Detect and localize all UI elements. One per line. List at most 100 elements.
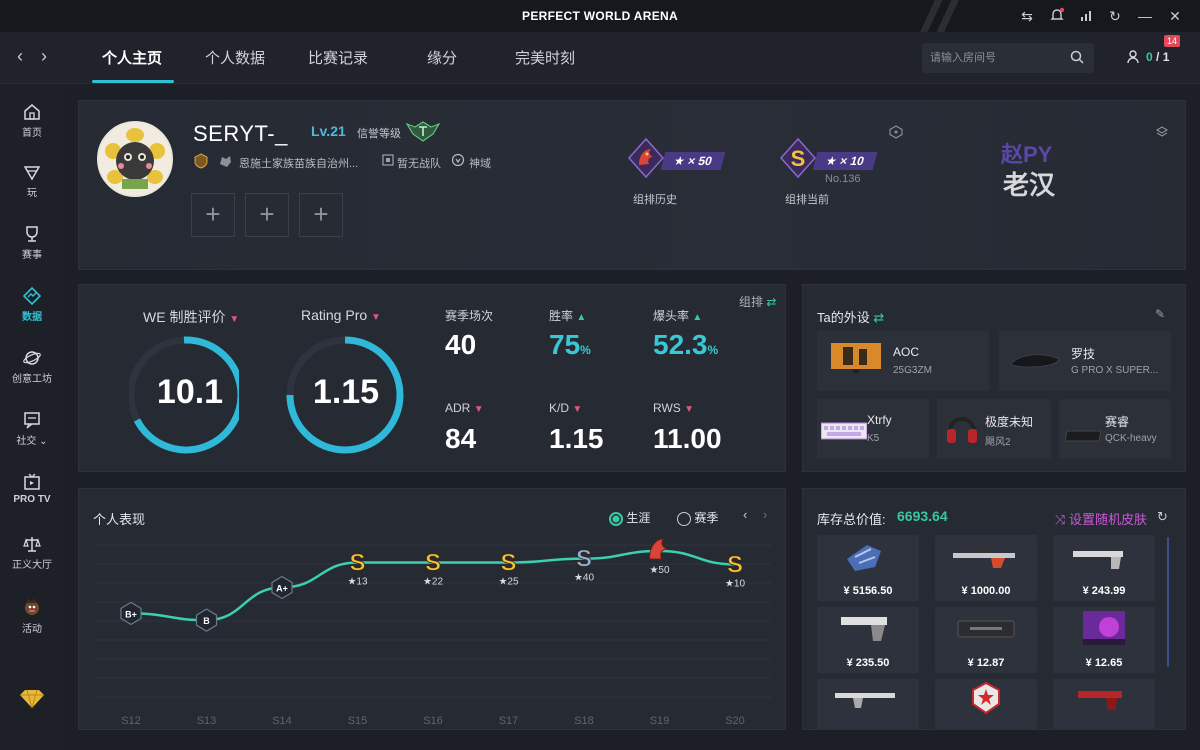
gear-mousepad[interactable]: 赛睿 QCK-heavy	[1059, 399, 1171, 459]
gear-brand: 罗技	[1071, 347, 1096, 361]
inventory-total-value: 6693.64	[897, 508, 948, 524]
rating-pro-label[interactable]: Rating Pro ▼	[301, 307, 381, 323]
sidebar-item-label: 玩	[27, 188, 37, 199]
chart-point[interactable]: S★40	[574, 545, 595, 584]
add-slot-button[interactable]: +	[245, 193, 289, 237]
search-icon[interactable]	[1070, 50, 1084, 64]
friends-icon	[1127, 50, 1139, 64]
credit-level-icon[interactable]	[405, 120, 441, 147]
inventory-item[interactable]	[1053, 679, 1155, 729]
rating-pro-label-text: Rating Pro	[301, 307, 368, 323]
radio-unselected-icon	[677, 511, 691, 526]
star-count-label: ★25	[498, 577, 519, 588]
close-icon[interactable]: ✕	[1166, 7, 1184, 25]
random-skin-button[interactable]: ⤨ 设置随机皮肤	[1055, 509, 1147, 528]
friends-button[interactable]: 0 / 1 14	[1126, 35, 1186, 70]
add-slot-button[interactable]: +	[191, 193, 235, 237]
notification-bell-icon[interactable]	[1048, 7, 1066, 25]
rank-history[interactable]: ★ × 50 组排历史	[625, 137, 755, 217]
we-rating-value: 10.1	[156, 373, 224, 411]
kd-value: 1.15	[549, 423, 604, 454]
vip-diamond-icon[interactable]	[18, 688, 46, 715]
sidebar-item-play[interactable]: 玩	[0, 162, 64, 214]
minimize-icon[interactable]: —	[1136, 7, 1154, 25]
info-icon[interactable]	[889, 125, 903, 144]
item-price: ¥ 235.50	[846, 657, 890, 669]
swap-icon[interactable]: ⇆	[1018, 7, 1036, 25]
we-rating-label[interactable]: WE 制胜评价 ▼	[143, 307, 239, 327]
title-badge-icon	[451, 153, 465, 170]
sidebar-item-protv[interactable]: PRO TV	[0, 472, 64, 524]
radio-selected-icon	[609, 511, 623, 526]
edit-icon[interactable]: ✎	[1155, 307, 1165, 321]
rank-history-label: 组排历史	[633, 194, 677, 206]
performance-chart: B+S12BS13A+S14S★13S15S★22S16S★25S17S★40S…	[95, 538, 771, 727]
tab-personal-data[interactable]: 个人数据	[205, 47, 265, 68]
rank-current-label: 组排当前	[785, 194, 829, 206]
back-arrow-icon[interactable]: ‹	[10, 46, 30, 68]
room-search-input[interactable]	[930, 49, 1060, 67]
chart-point[interactable]: S★25	[498, 549, 519, 588]
chart-prev-button[interactable]: ‹	[743, 507, 747, 522]
refresh-icon[interactable]: ↻	[1157, 509, 1168, 525]
chart-point[interactable]: B	[195, 608, 218, 632]
add-slot-button[interactable]: +	[299, 193, 343, 237]
rank-label: A+	[276, 583, 288, 593]
rank-current[interactable]: S ★ × 10 No.136 组排当前	[777, 137, 907, 217]
inventory-item[interactable]	[817, 679, 919, 729]
tab-fate[interactable]: 缘分	[427, 47, 457, 68]
chart-next-button[interactable]: ›	[763, 507, 767, 522]
chart-point[interactable]: A+	[271, 575, 293, 600]
inventory-item[interactable]: ¥ 1000.00	[935, 535, 1037, 601]
sidebar-item-workshop[interactable]: 创意工坊	[0, 348, 64, 400]
chart-point[interactable]: S★10	[725, 551, 746, 589]
tab-highlights[interactable]: 完美时刻	[515, 47, 575, 68]
rws-label-text: RWS	[653, 401, 681, 415]
radio-season[interactable]: 赛季	[677, 509, 718, 526]
sidebar-item-events[interactable]: 赛事	[0, 224, 64, 276]
sniper-rifle-image	[953, 548, 1015, 568]
top-nav: ‹ › 个人主页 个人数据 比赛记录 缘分 完美时刻 0 / 1 14	[0, 32, 1200, 84]
inventory-scrollbar[interactable]	[1167, 537, 1169, 667]
rank-current-count: ★ × 10	[812, 152, 878, 170]
gear-mouse[interactable]: 罗技 G PRO X SUPER...	[999, 331, 1171, 391]
sidebar-item-data[interactable]: 数据	[0, 286, 64, 338]
random-skin-label: 设置随机皮肤	[1069, 512, 1148, 527]
gear-headset[interactable]: 极度未知 飓风2	[937, 399, 1051, 459]
gear-monitor[interactable]: AOC 25G3ZM	[817, 331, 989, 391]
inventory-item[interactable]: ¥ 12.87	[935, 607, 1037, 673]
inventory-item[interactable]: ¥ 5156.50	[817, 535, 919, 601]
signature-line-2: 老汉	[1003, 170, 1056, 200]
inventory-item[interactable]: ¥ 12.65	[1053, 607, 1155, 673]
refresh-icon[interactable]: ↻	[1106, 7, 1124, 25]
sidebar-item-social[interactable]: 社交 ⌄	[0, 410, 64, 462]
inventory-item[interactable]: ¥ 243.99	[1053, 535, 1155, 601]
chart-point[interactable]: S★22	[423, 549, 444, 588]
inventory-item[interactable]: ¥ 235.50	[817, 607, 919, 673]
chart-point[interactable]: S★13	[347, 549, 368, 588]
star-count-label: ★13	[347, 577, 368, 588]
radio-career[interactable]: 生涯	[609, 509, 650, 526]
gear-keyboard[interactable]: Xtrfy K5	[817, 399, 929, 459]
mode-switch[interactable]: 组排 ⇄	[739, 293, 776, 310]
headshot-rate-label-text: 爆头率	[653, 309, 690, 323]
inventory-panel: 库存总价值: 6693.64 ⤨ 设置随机皮肤 ↻ ¥ 5156.50 ¥ 10…	[802, 488, 1186, 730]
dragon-rank-icon	[627, 137, 665, 179]
forward-arrow-icon[interactable]: ›	[34, 46, 54, 68]
tab-home[interactable]: 个人主页	[102, 47, 162, 68]
keyboard-image	[821, 422, 867, 440]
adr-label: ADR ▼	[445, 401, 484, 415]
avatar[interactable]	[97, 121, 173, 197]
inventory-item[interactable]	[935, 679, 1037, 729]
win-rate-unit: %	[580, 343, 591, 357]
adr-label-text: ADR	[445, 401, 471, 415]
kd-label-text: K/D	[549, 401, 570, 415]
sidebar-item-home[interactable]: 首页	[0, 102, 64, 154]
sidebar-item-activity[interactable]: 活动	[0, 596, 64, 648]
rifle-image	[835, 693, 895, 708]
signal-icon[interactable]	[1078, 7, 1096, 25]
tab-match-records[interactable]: 比赛记录	[308, 47, 368, 68]
layers-icon[interactable]	[1155, 125, 1169, 144]
title-bar: PERFECT WORLD ARENA ⇆ ↻ — ✕	[0, 0, 1200, 32]
sidebar-item-justice[interactable]: 正义大厅	[0, 534, 64, 586]
